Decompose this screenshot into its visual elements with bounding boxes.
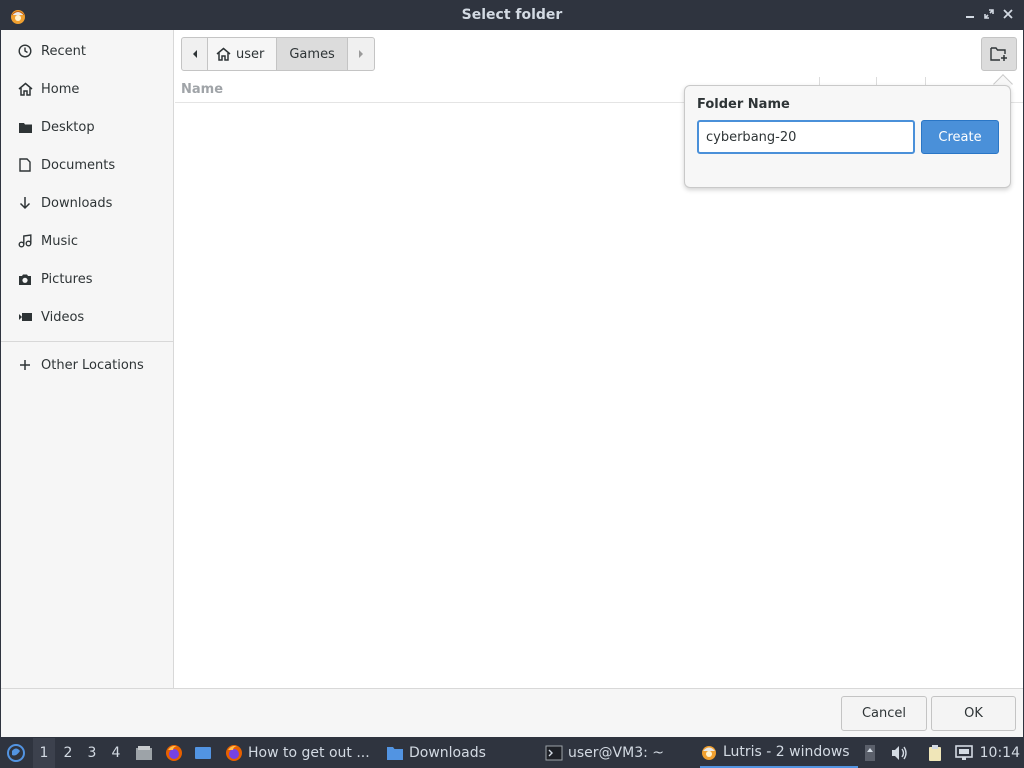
path-segment-games[interactable]: Games	[277, 38, 348, 70]
tray-volume[interactable]	[889, 738, 911, 768]
sidebar-item-recent[interactable]: Recent	[1, 33, 173, 69]
sidebar-item-label: Music	[41, 233, 78, 249]
folder-name-label: Folder Name	[697, 97, 790, 112]
path-segment-label: Games	[289, 46, 335, 62]
file-manager-icon	[136, 746, 152, 760]
tray-clipboard[interactable]	[925, 738, 945, 768]
sidebar-item-label: Downloads	[41, 195, 113, 211]
restore-button[interactable]	[981, 7, 997, 23]
volume-icon	[892, 746, 907, 760]
folder-icon	[386, 744, 404, 762]
firefox-icon	[225, 744, 243, 762]
workspace-1[interactable]: 1	[33, 738, 55, 768]
path-back-button[interactable]	[182, 38, 208, 70]
sidebar-separator	[1, 341, 173, 342]
clock-icon	[17, 43, 33, 59]
launcher-desktop[interactable]	[193, 738, 213, 768]
sidebar-item-documents[interactable]: Documents	[1, 147, 173, 183]
minimize-icon	[966, 16, 974, 18]
folder-name-input[interactable]	[697, 120, 915, 154]
path-segment-user[interactable]: user	[208, 38, 278, 70]
home-icon	[216, 47, 231, 61]
task-lutris[interactable]: Lutris - 2 windows	[700, 738, 858, 768]
scroll-indicator-icon	[865, 745, 875, 761]
path-forward-button[interactable]	[348, 38, 374, 70]
sidebar-item-downloads[interactable]: Downloads	[1, 185, 173, 221]
ok-button[interactable]: OK	[931, 696, 1016, 731]
close-icon	[1003, 9, 1013, 19]
sidebar-item-home[interactable]: Home	[1, 71, 173, 107]
camera-icon	[17, 271, 33, 287]
new-folder-popover: Folder Name Create	[684, 85, 1011, 188]
restore-icon	[984, 9, 994, 19]
task-label: user@VM3: ~	[568, 745, 664, 761]
tray-scroll-indicator[interactable]	[862, 738, 878, 768]
sidebar-item-label: Pictures	[41, 271, 93, 287]
dialog-action-bar: Cancel OK	[1, 688, 1023, 737]
folder-icon	[17, 119, 33, 135]
titlebar: Select folder	[1, 1, 1023, 30]
workspace-2[interactable]: 2	[57, 738, 79, 768]
column-name-header[interactable]: Name	[181, 82, 223, 97]
terminal-icon	[545, 744, 563, 762]
lutris-icon	[700, 743, 718, 761]
task-label: Downloads	[409, 745, 486, 761]
sidebar-item-other-locations[interactable]: Other Locations	[1, 347, 173, 383]
sidebar-item-label: Documents	[41, 157, 116, 173]
start-menu-icon	[7, 744, 25, 762]
start-menu-button[interactable]	[4, 738, 28, 768]
close-button[interactable]	[1000, 7, 1016, 23]
chevron-right-icon	[358, 50, 363, 58]
video-icon	[17, 309, 33, 325]
taskbar-clock[interactable]: 10:14	[980, 738, 1020, 768]
sidebar-item-label: Recent	[41, 43, 86, 59]
network-icon	[955, 745, 973, 760]
sidebar-item-label: Desktop	[41, 119, 95, 135]
sidebar-item-label: Other Locations	[41, 357, 144, 373]
sidebar-item-videos[interactable]: Videos	[1, 299, 173, 335]
clipboard-icon	[929, 745, 941, 761]
task-terminal[interactable]: user@VM3: ~	[545, 738, 664, 768]
music-icon	[17, 233, 33, 249]
sidebar-item-label: Home	[41, 81, 80, 97]
document-icon	[17, 157, 33, 173]
path-segment-label: user	[236, 46, 265, 62]
new-folder-button[interactable]	[981, 37, 1017, 71]
firefox-icon	[166, 745, 182, 761]
places-sidebar: Recent Home Desktop Documents Downloads	[1, 30, 174, 688]
home-icon	[17, 81, 33, 97]
create-button[interactable]: Create	[921, 120, 999, 154]
workspace-4[interactable]: 4	[105, 738, 127, 768]
window-title: Select folder	[461, 7, 563, 23]
sidebar-item-pictures[interactable]: Pictures	[1, 261, 173, 297]
task-label: How to get out ...	[248, 745, 370, 761]
cancel-button[interactable]: Cancel	[841, 696, 927, 731]
launcher-firefox[interactable]	[164, 738, 184, 768]
path-bar: user Games	[181, 37, 375, 71]
new-folder-icon	[990, 47, 1007, 61]
download-icon	[17, 195, 33, 211]
minimize-button[interactable]	[962, 7, 978, 23]
select-folder-dialog: Select folder Recent Home Desktop Docume…	[0, 0, 1024, 738]
tray-network[interactable]	[953, 738, 975, 768]
task-label: Lutris - 2 windows	[723, 744, 850, 760]
task-firefox[interactable]: How to get out ...	[225, 738, 370, 768]
sidebar-item-desktop[interactable]: Desktop	[1, 109, 173, 145]
task-downloads[interactable]: Downloads	[386, 738, 486, 768]
taskbar: 1 2 3 4 How to get out ... Downloads use…	[0, 738, 1024, 768]
show-desktop-icon	[195, 747, 211, 759]
plus-icon	[17, 357, 33, 373]
sidebar-item-label: Videos	[41, 309, 85, 325]
sidebar-item-music[interactable]: Music	[1, 223, 173, 259]
chevron-left-icon	[192, 50, 197, 58]
launcher-files[interactable]	[134, 738, 154, 768]
workspace-3[interactable]: 3	[81, 738, 103, 768]
